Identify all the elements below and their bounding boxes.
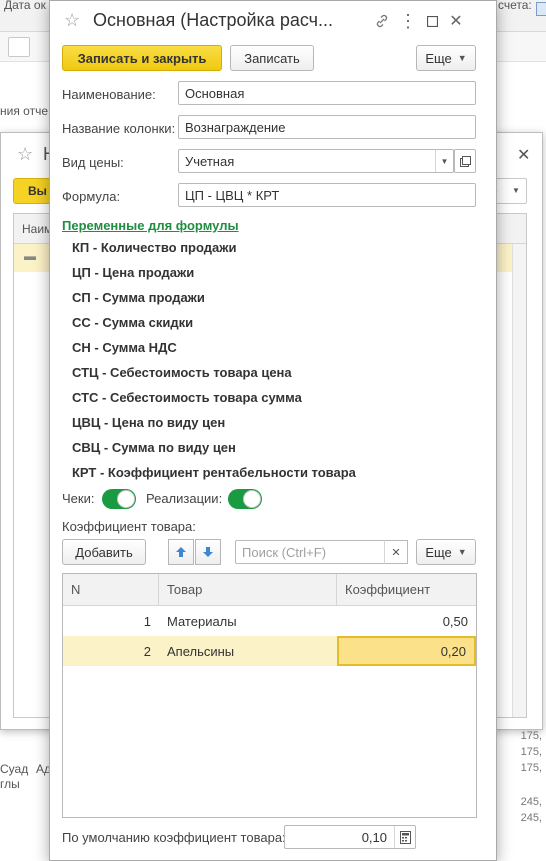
row-coefficient[interactable]: 0,20 [337,636,476,666]
variable-item: ЦВЦ - Цена по виду цен [72,415,226,430]
variable-item: КРТ - Коэффициент рентабельности товара [72,465,356,480]
table-more-button[interactable]: Еще ▼ [416,539,476,565]
background-amount-5: 245, [520,812,542,824]
variable-item: СП - Сумма продажи [72,290,205,305]
sales-toggle[interactable] [228,489,262,509]
background-dialog-grid-header-label: Наим [22,222,53,236]
variable-item: СВЦ - Сумма по виду цен [72,440,236,455]
name-label: Наименование: [62,87,156,102]
price-type-label: Вид цены: [62,155,124,170]
maximize-icon[interactable] [422,11,442,31]
chevron-down-icon: ▼ [457,547,467,557]
background-amount-2: 175, [520,746,542,758]
column-name-field[interactable]: Вознаграждение [178,115,476,139]
clear-search-icon[interactable]: ✕ [384,540,408,564]
chevron-down-icon: ▼ [457,53,467,63]
column-name-label: Название колонки: [62,121,176,136]
background-dialog-more-caret-icon: ▼ [512,186,520,195]
default-coefficient-value: 0,10 [361,829,387,845]
variable-item: ЦП - Цена продажи [72,265,195,280]
toggle-knob [243,490,261,508]
column-header-product[interactable]: Товар [159,574,337,606]
sales-toggle-label: Реализации: [146,491,223,506]
formula-variables-link[interactable]: Переменные для формулы [62,218,239,233]
link-icon[interactable] [372,11,392,31]
background-section-label: ния отче [0,104,48,118]
table-more-label: Еще [425,544,452,560]
variable-item: СТС - Себестоимость товара сумма [72,390,302,405]
background-amount-4: 245, [520,796,542,808]
default-coefficient-label: По умолчанию коэффициент товара: [62,830,286,845]
move-up-button[interactable] [168,539,194,565]
open-icon [459,155,471,167]
variable-item: СН - Сумма НДС [72,340,177,355]
background-col-text-1: Суад [0,762,29,776]
more-button-label: Еще [425,50,452,66]
settings-dialog: ☆ Основная (Настройка расч... ⋮ ✕ Записа… [49,0,497,861]
background-dialog-row-minus-icon: ▬ [24,249,36,263]
close-icon[interactable]: ✕ [446,11,466,31]
column-header-n[interactable]: N [63,574,159,606]
variable-item: КП - Количество продажи [72,240,237,255]
variable-item: СТЦ - Себестоимость товара цена [72,365,292,380]
name-field-value: Основная [185,85,245,101]
column-header-coefficient[interactable]: Коэффициент [337,574,476,606]
more-button[interactable]: Еще ▼ [416,45,476,71]
background-dialog-scrollbar[interactable] [512,244,526,717]
formula-field-value: ЦП - ЦВЦ * КРТ [185,187,280,203]
row-coefficient: 0,50 [442,613,468,629]
formula-field[interactable]: ЦП - ЦВЦ * КРТ [178,183,476,207]
move-down-button[interactable] [195,539,221,565]
row-number: 1 [143,613,151,629]
calculator-icon[interactable] [394,826,415,848]
coefficient-table: N Товар Коэффициент 1 Материалы 0,50 2 А… [62,573,477,818]
background-dialog-close-icon[interactable]: ✕ [517,145,530,165]
arrow-down-icon [203,547,213,557]
dialog-title: Основная (Настройка расч... [93,10,334,30]
more-vertical-icon[interactable]: ⋮ [398,11,418,31]
checks-toggle-label: Чеки: [62,491,95,506]
row-number: 2 [143,643,151,659]
background-field-icon [536,2,546,16]
checks-toggle[interactable] [102,489,136,509]
row-product: Апельсины [167,643,235,659]
row-product: Материалы [167,613,237,629]
variable-item: СС - Сумма скидки [72,315,194,330]
save-and-close-button[interactable]: Записать и закрыть [62,45,222,71]
arrow-up-icon [176,547,186,557]
price-type-value: Учетная [185,153,235,169]
dialog-titlebar: ☆ Основная (Настройка расч... ⋮ ✕ [50,1,496,41]
background-dialog-select-label: Вы [28,184,47,198]
background-amount-3: 175, [520,762,542,774]
background-dialog-star-icon: ☆ [17,144,34,164]
background-account-label: счета: [498,0,532,12]
price-type-select[interactable]: Учетная ▼ [178,149,454,173]
background-col-text-2: глы [0,777,20,791]
add-button[interactable]: Добавить [62,539,146,565]
name-field[interactable]: Основная [178,81,476,105]
background-date-label: Дата ок [4,0,46,12]
favorite-star-icon[interactable]: ☆ [64,10,80,31]
toggle-knob [117,490,135,508]
background-amount-1: 175, [520,730,542,742]
column-name-field-value: Вознаграждение [185,119,286,135]
background-sort-button[interactable] [8,37,30,57]
product-coefficient-label: Коэффициент товара: [62,519,196,534]
table-row[interactable]: 1 Материалы 0,50 [63,606,476,636]
open-price-type-button[interactable] [454,149,476,173]
save-button[interactable]: Записать [230,45,314,71]
table-row[interactable]: 2 Апельсины 0,20 [63,636,476,666]
dropdown-arrow-icon[interactable]: ▼ [435,150,453,172]
formula-label: Формула: [62,189,121,204]
search-input[interactable] [235,540,407,564]
